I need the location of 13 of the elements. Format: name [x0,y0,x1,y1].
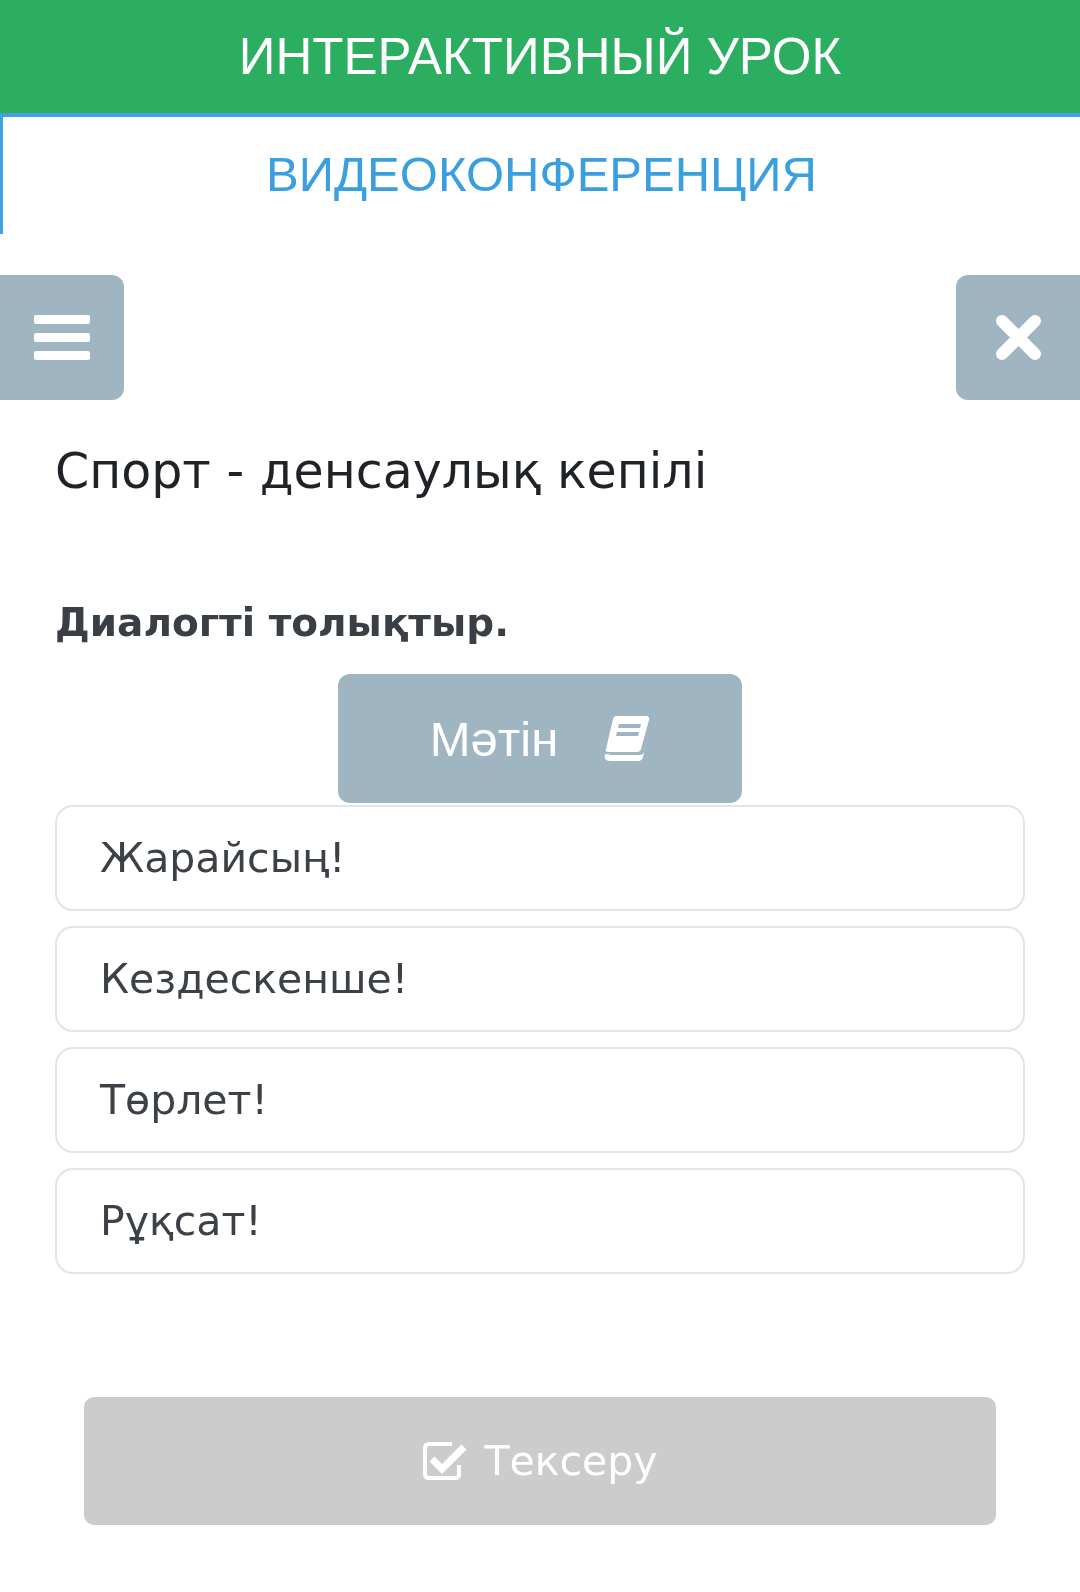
instruction-text: Диалогті толықтыр. [55,599,509,647]
close-button[interactable] [956,275,1080,400]
answer-option[interactable]: Төрлет! [55,1047,1025,1153]
checkbox-icon [422,1441,469,1481]
book-icon [602,716,651,761]
answer-option[interactable]: Рұқсат! [55,1168,1025,1274]
close-icon [995,315,1041,360]
answer-option[interactable]: Кездескенше! [55,926,1025,1032]
header-title: ИНТЕРАКТИВНЫЙ УРОК [238,26,842,87]
lesson-title: Спорт - денсаулық кепілі [55,442,708,502]
menu-button[interactable] [0,275,124,400]
menu-icon [34,315,90,360]
answer-option[interactable]: Жарайсың! [55,805,1025,911]
